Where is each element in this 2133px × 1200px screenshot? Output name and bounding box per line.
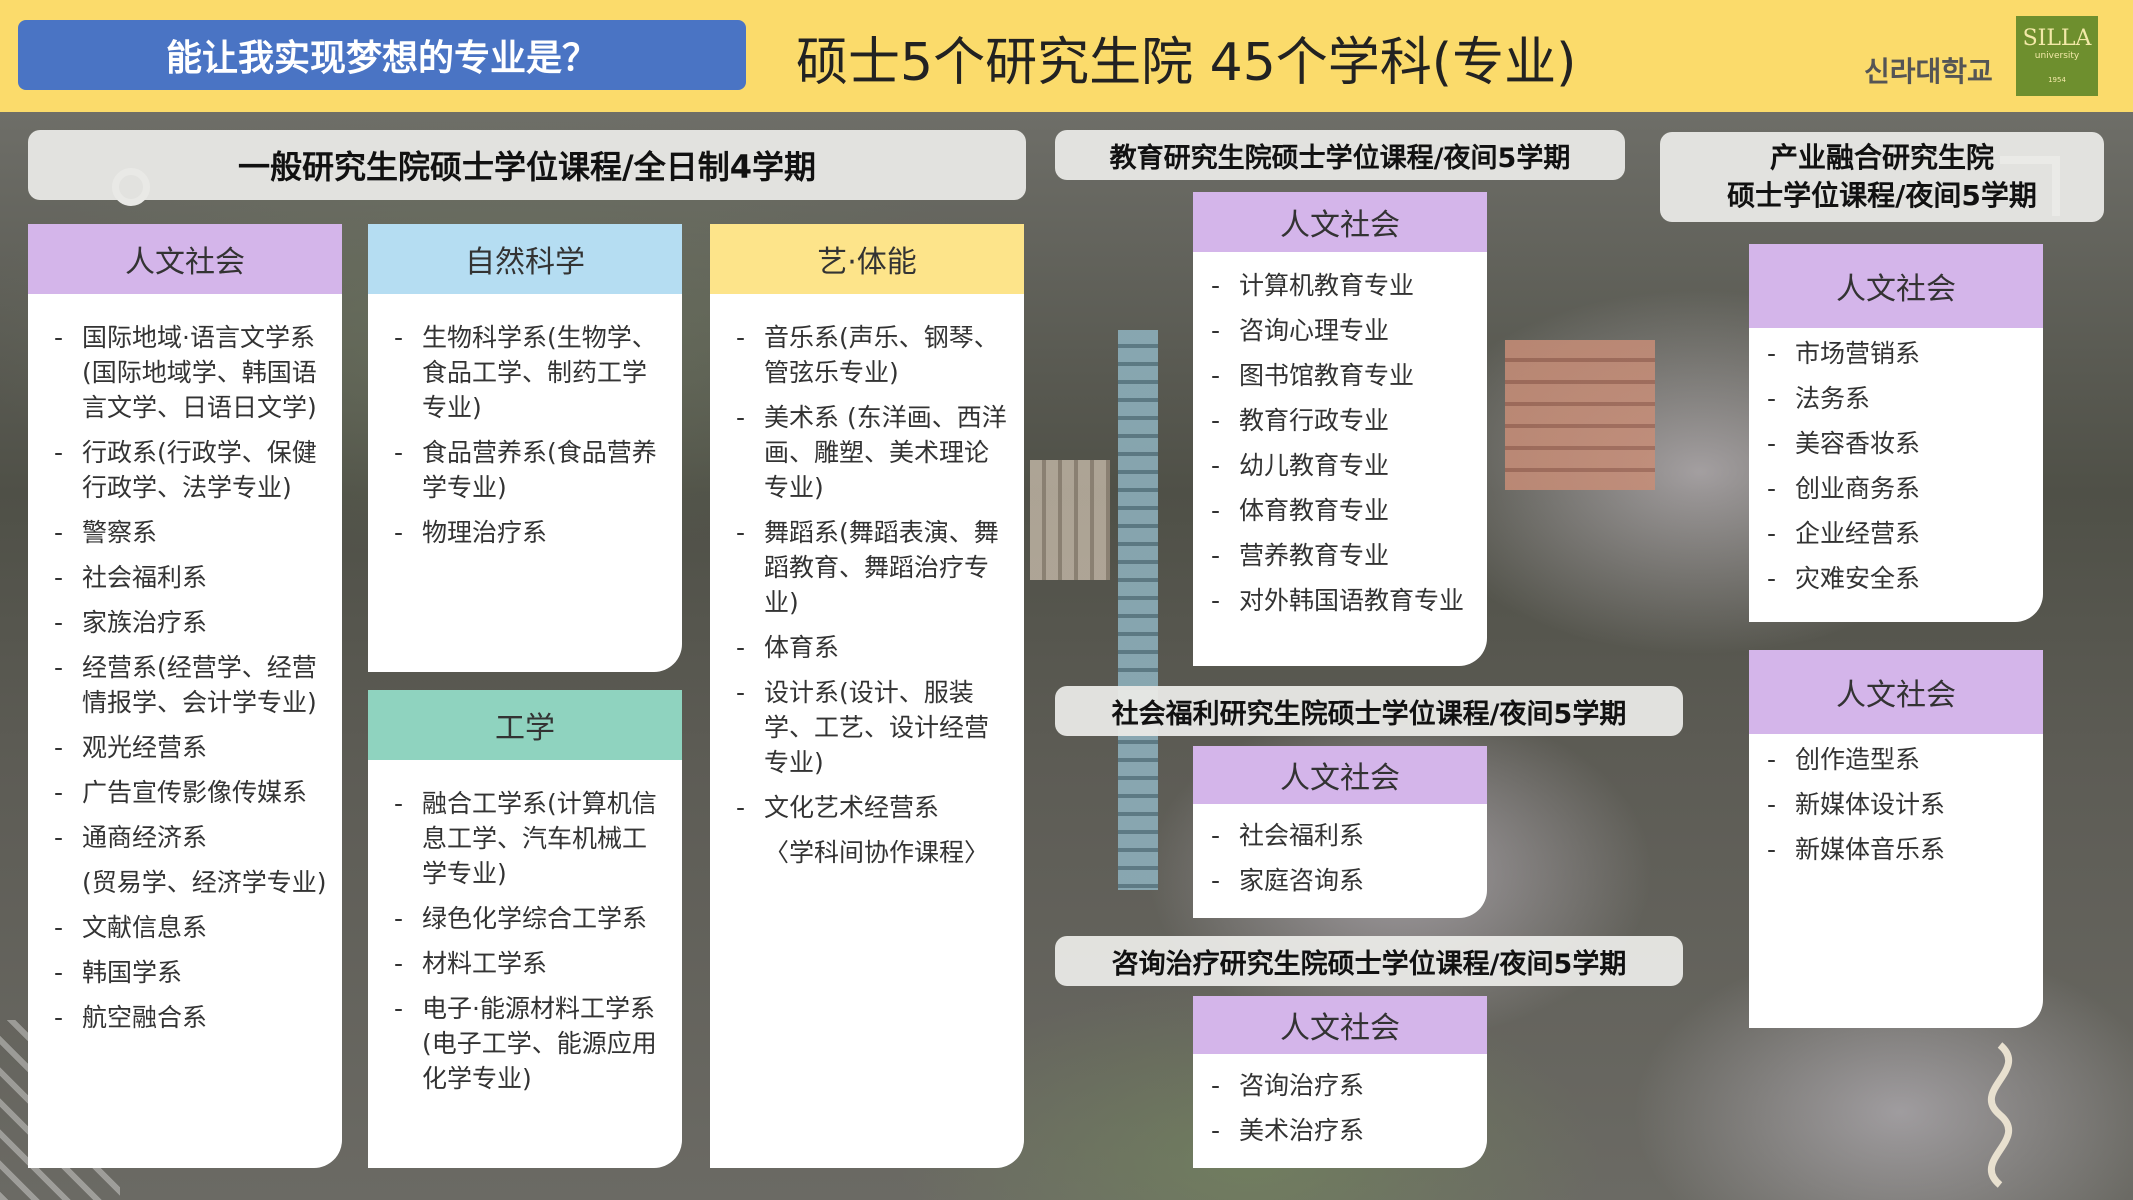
list-item: 设计系(设计、服装学、工艺、设计经营专业) [728, 675, 1010, 780]
logo-year: 1954 [2048, 76, 2066, 84]
list-item: 体育教育专业 [1203, 493, 1473, 528]
card-title: 人文社会 [1193, 192, 1487, 252]
decorative-squiggle [1988, 1042, 2012, 1188]
background-tower [1118, 330, 1158, 890]
welfare-card: 人文社会 社会福利系家庭咨询系 [1193, 746, 1487, 918]
card-title: 工学 [368, 690, 682, 760]
list-item: 美容香妆系 [1759, 426, 2029, 461]
background-building [1505, 340, 1655, 490]
list-item: 社会福利系 [1203, 818, 1473, 853]
list-item: 新媒体设计系 [1759, 787, 2029, 822]
list-item: 幼儿教育专业 [1203, 448, 1473, 483]
industry-header-line2: 硕士学位课程/夜间5学期 [1727, 179, 2037, 212]
major-list: 生物科学系(生物学、食品工学、制药工学专业) 食品营养系(食品营养学专业) 物理治疗… [368, 294, 682, 550]
general-school-header: 一般研究生院硕士学位课程/全日制4学期 [28, 130, 1026, 200]
industry-header-line1: 产业融合研究生院 [1769, 141, 1994, 174]
list-item: 创作造型系 [1759, 742, 2029, 777]
list-item: 文献信息系 [46, 910, 328, 945]
card-title: 自然科学 [368, 224, 682, 294]
logo-text: SILLA [2022, 26, 2092, 51]
general-humanities-card: 人文社会 国际地域·语言文学系(国际地域学、韩国语言文学、日语日文学) 行政系(行… [28, 224, 342, 1168]
list-item: 国际地域·语言文学系(国际地域学、韩国语言文学、日语日文学) [46, 320, 328, 425]
list-item: 企业经营系 [1759, 516, 2029, 551]
major-list: 市场营销系法务系美容香妆系创业商务系企业经营系灾难安全系 [1749, 328, 2043, 596]
list-item: 韩国学系 [46, 955, 328, 990]
major-list: 社会福利系家庭咨询系 [1193, 804, 1487, 898]
logo-sub: university [2034, 51, 2080, 61]
card-title: 人文社会 [28, 224, 342, 294]
card-title: 艺·体能 [710, 224, 1024, 294]
card-title: 人文社会 [1193, 996, 1487, 1054]
major-list: 融合工学系(计算机信息工学、汽车机械工学专业) 绿色化学综合工学系材料工学系电子·… [368, 760, 682, 1096]
general-arts-card: 艺·体能 音乐系(声乐、钢琴、管弦乐专业) 美术系 (东洋画、西洋画、雕塑、美术理… [710, 224, 1024, 1168]
industry-card-2: 人文社会 创作造型系新媒体设计系新媒体音乐系 [1749, 650, 2043, 1028]
list-item: 创业商务系 [1759, 471, 2029, 506]
counseling-card: 人文社会 咨询治疗系美术治疗系 [1193, 996, 1487, 1168]
industry-card-1: 人文社会 市场营销系法务系美容香妆系创业商务系企业经营系灾难安全系 [1749, 244, 2043, 622]
background-building-small [1030, 460, 1110, 580]
university-logo: SILLA university 1954 [2016, 16, 2098, 96]
list-item: 家族治疗系 [46, 605, 328, 640]
list-item: 计算机教育专业 [1203, 268, 1473, 303]
list-item: 市场营销系 [1759, 336, 2029, 371]
university-name: 신라대학교 [1864, 55, 1993, 88]
list-item: 通商经济系 [46, 820, 328, 855]
list-item: 教育行政专业 [1203, 403, 1473, 438]
card-title: 人文社会 [1749, 650, 2043, 734]
list-item: 营养教育专业 [1203, 538, 1473, 573]
question-banner: 能让我实现梦想的专业是？ [18, 20, 746, 90]
card-title: 人文社会 [1193, 746, 1487, 804]
list-item: 音乐系(声乐、钢琴、管弦乐专业) [728, 320, 1010, 390]
list-item: 航空融合系 [46, 1000, 328, 1035]
industry-school-header: 产业融合研究生院 硕士学位课程/夜间5学期 [1660, 132, 2104, 222]
list-item: 行政系(行政学、保健行政学、法学专业) [46, 435, 328, 505]
list-item: 法务系 [1759, 381, 2029, 416]
list-item: 图书馆教育专业 [1203, 358, 1473, 393]
list-item: 舞蹈系(舞蹈表演、舞蹈教育、舞蹈治疗专业) [728, 515, 1010, 620]
education-school-header: 教育研究生院硕士学位课程/夜间5学期 [1055, 130, 1625, 180]
list-item: 广告宣传影像传媒系 [46, 775, 328, 810]
major-list: 创作造型系新媒体设计系新媒体音乐系 [1749, 734, 2043, 867]
list-item: 物理治疗系 [386, 515, 668, 550]
list-item: 新媒体音乐系 [1759, 832, 2029, 867]
list-item: 食品营养系(食品营养学专业) [386, 435, 668, 505]
major-list: 国际地域·语言文学系(国际地域学、韩国语言文学、日语日文学) 行政系(行政学、保健… [28, 294, 342, 1035]
list-item: 观光经营系 [46, 730, 328, 765]
list-item: 咨询治疗系 [1203, 1068, 1473, 1103]
counseling-school-header: 咨询治疗研究生院硕士学位课程/夜间5学期 [1055, 936, 1683, 986]
list-item: 咨询心理专业 [1203, 313, 1473, 348]
card-title: 人文社会 [1749, 244, 2043, 328]
education-card: 人文社会 计算机教育专业咨询心理专业图书馆教育专业教育行政专业幼儿教育专业体育教… [1193, 192, 1487, 666]
list-item: 电子·能源材料工学系(电子工学、能源应用化学专业) [386, 991, 668, 1096]
list-item: (贸易学、经济学专业) [82, 868, 327, 897]
general-engineering-card: 工学 融合工学系(计算机信息工学、汽车机械工学专业) 绿色化学综合工学系材料工学系… [368, 690, 682, 1168]
list-item: 社会福利系 [46, 560, 328, 595]
list-item: 美术治疗系 [1203, 1113, 1473, 1148]
general-science-card: 自然科学 生物科学系(生物学、食品工学、制药工学专业) 食品营养系(食品营养学专业… [368, 224, 682, 672]
list-item: 融合工学系(计算机信息工学、汽车机械工学专业) [386, 786, 668, 891]
list-item: 体育系 [728, 630, 1010, 665]
list-item: 家庭咨询系 [1203, 863, 1473, 898]
list-item: 美术系 (东洋画、西洋画、雕塑、美术理论专业) [728, 400, 1010, 505]
list-item: 文化艺术经营系 [728, 790, 1010, 825]
welfare-school-header: 社会福利研究生院硕士学位课程/夜间5学期 [1055, 686, 1683, 736]
list-item: 经营系(经营学、经营情报学、会计学专业) [46, 650, 328, 720]
list-item: 灾难安全系 [1759, 561, 2029, 596]
list-item: 对外韩国语教育专业 [1203, 583, 1473, 618]
list-item: 警察系 [46, 515, 328, 550]
list-item: 绿色化学综合工学系 [386, 901, 668, 936]
list-item: 〈学科间协作课程〉 [764, 838, 990, 867]
major-list: 计算机教育专业咨询心理专业图书馆教育专业教育行政专业幼儿教育专业体育教育专业营养… [1193, 252, 1487, 618]
major-list: 咨询治疗系美术治疗系 [1193, 1054, 1487, 1148]
major-list: 音乐系(声乐、钢琴、管弦乐专业) 美术系 (东洋画、西洋画、雕塑、美术理论专业)舞… [710, 294, 1024, 870]
page-title: 硕士5个研究生院 45个学科(专业) [796, 32, 1577, 93]
list-item: 材料工学系 [386, 946, 668, 981]
list-item: 生物科学系(生物学、食品工学、制药工学专业) [386, 320, 668, 425]
